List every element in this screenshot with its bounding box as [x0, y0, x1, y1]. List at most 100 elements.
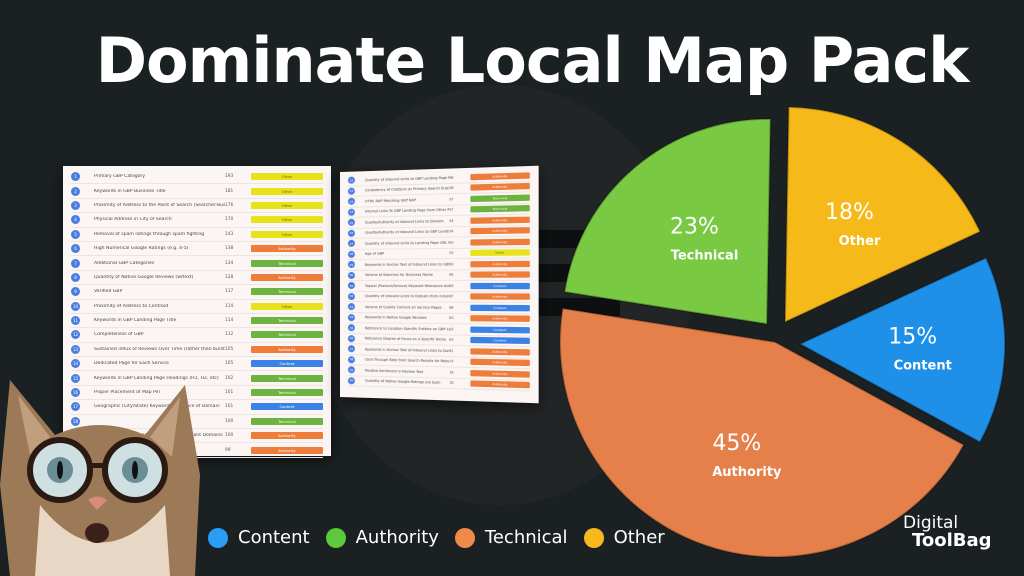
rank-number-badge: 3 [71, 200, 80, 210]
factor-score: 89 [449, 283, 454, 288]
factor-name: Quantity of Native Google Ratings (no te… [364, 378, 441, 386]
rank-number-badge: 22 [347, 187, 355, 195]
rank-number-badge: 4 [71, 215, 80, 225]
factor-score: 93 [449, 251, 454, 256]
factor-name: Keywords in GBP Landing Page Title [94, 318, 177, 324]
rank-number-badge: 8 [71, 272, 80, 282]
factor-name: Internal Links To GBP Landing Page from … [364, 208, 449, 214]
chart-legend: Content Authority Technical Other [208, 527, 681, 548]
category-tag: Other [251, 216, 323, 224]
category-tag: Authority [251, 273, 323, 281]
table-row: 4 Physical Address in City of Search 170 Ot… [71, 213, 323, 228]
legend-label: Content [238, 527, 310, 548]
factor-score: 138 [225, 246, 234, 252]
category-tag: Authority [470, 172, 530, 181]
factor-score: 94 [449, 218, 454, 223]
legend-swatch [454, 527, 475, 548]
category-tag: Authority [470, 347, 530, 356]
factor-name: Primary GBP Category [94, 174, 146, 180]
factor-name: Physical Address in City of Search [94, 217, 172, 223]
rank-number-badge: 26 [347, 229, 355, 237]
category-tag: Other [251, 230, 323, 238]
category-tag: Authority [470, 358, 530, 367]
factor-name: Sustained influx of Reviews Over Time (r… [94, 346, 225, 352]
factor-score: 101 [225, 390, 234, 396]
category-tag: Content [251, 360, 323, 368]
legend-label: Other [613, 527, 665, 548]
category-tag: Content [470, 337, 530, 345]
table-row: 6 High Numerical Google Ratings (e.g. 4-5… [71, 242, 323, 257]
rank-number-badge: 11 [71, 316, 80, 326]
category-tag: Other [251, 187, 323, 195]
rank-number-badge: 10 [71, 301, 80, 311]
pie-chart: 23% Technical 18% Other 15% Content 45% Authori… [560, 106, 1006, 558]
pie-category-label: Content [894, 359, 952, 374]
factor-score: 94 [449, 229, 454, 234]
factor-name: Quality/Authority of Inbound Links to GB… [364, 229, 450, 235]
rank-number-badge: 6 [71, 244, 80, 254]
factor-score: 81 [449, 348, 454, 353]
factor-score: 97 [449, 207, 454, 213]
ranking-factors-table-right: 21 Quantity of Inbound Links to GBP Landi… [340, 165, 539, 404]
factor-name: Quantity of Inbound Links to GBP Landing… [364, 175, 449, 183]
rank-number-badge: 13 [71, 344, 80, 354]
factor-name: Age of GBP [364, 251, 385, 257]
factor-score: 134 [225, 260, 234, 266]
table-row: 8 Quantity of Native Google Reviews (w/te… [71, 271, 323, 286]
rank-number-badge: 33 [347, 303, 355, 311]
factor-name: Keywords in GBP Business Title [94, 188, 166, 194]
factor-score: 114 [225, 318, 234, 324]
rank-number-badge: 28 [347, 250, 355, 258]
rank-number-badge: 5 [71, 229, 80, 239]
legend-item-other: Other [583, 527, 665, 548]
factor-score: 78 [449, 370, 454, 375]
category-tag: Technical [251, 389, 323, 397]
factor-score: 83 [449, 327, 454, 332]
factor-score: 90 [449, 262, 454, 267]
factor-name: Proximity of Address to Centroid [94, 303, 169, 309]
category-tag: Authority [470, 216, 530, 224]
factor-score: 114 [225, 303, 234, 309]
legend-label: Authority [355, 527, 439, 548]
factor-score: 176 [225, 202, 234, 208]
category-tag: Content [470, 326, 530, 334]
factor-name: Quantity of Inbound Links to Landing Pag… [364, 240, 449, 246]
rank-number-badge: 39 [347, 366, 355, 374]
rank-number-badge: 38 [347, 355, 355, 364]
factor-name: High Numerical Google Ratings (e.g. 4-5) [94, 246, 189, 252]
rank-number-badge: 36 [347, 334, 355, 342]
factor-name: Keywords in Native Google Reviews [364, 315, 427, 321]
table-row: 29 Keywords in Anchor Text of Inbound Lin… [347, 258, 530, 271]
factor-name: Consistency of Citations on Primary Sear… [364, 186, 450, 193]
factor-score: 181 [225, 188, 234, 194]
factor-score: 98 [449, 186, 454, 191]
factor-name: Keywords in Anchor Text of Inbound Links… [364, 347, 450, 353]
factor-name: Volume of Quality Content on Service Pag… [364, 304, 442, 310]
factor-score: 100 [225, 418, 234, 424]
factor-score: 87 [449, 294, 454, 299]
category-tag: Authority [251, 245, 323, 253]
pie-category-label: Other [839, 234, 881, 249]
legend-label: Technical [484, 527, 568, 548]
factor-score: 170 [225, 217, 234, 223]
rank-number-badge: 30 [347, 271, 355, 279]
factor-score: 193 [225, 174, 234, 180]
table-row: 13 Sustained influx of Reviews Over Time … [71, 343, 323, 358]
factor-name: Quantity of Inbound Links to Domain from… [364, 294, 450, 299]
category-tag: Authority [251, 446, 323, 454]
rank-number-badge: 27 [347, 240, 355, 248]
table-row: 7 Additional GBP Categories 134 Technical [71, 256, 323, 271]
rank-number-badge: 25 [347, 218, 355, 227]
rank-number-badge: 40 [347, 376, 355, 385]
cat-with-glasses-image [0, 380, 200, 576]
category-tag: Content [470, 304, 530, 312]
category-tag: Other [470, 249, 530, 257]
factor-name: Additional GBP Categories [94, 260, 155, 266]
factor-score: 105 [225, 361, 234, 367]
category-tag: Authority [251, 345, 323, 353]
legend-item-technical: Technical [454, 527, 568, 548]
category-tag: Technical [251, 374, 323, 382]
factor-score: 83 [449, 337, 454, 343]
factor-score: 79 [449, 359, 454, 364]
factor-score: 98 [449, 175, 454, 180]
